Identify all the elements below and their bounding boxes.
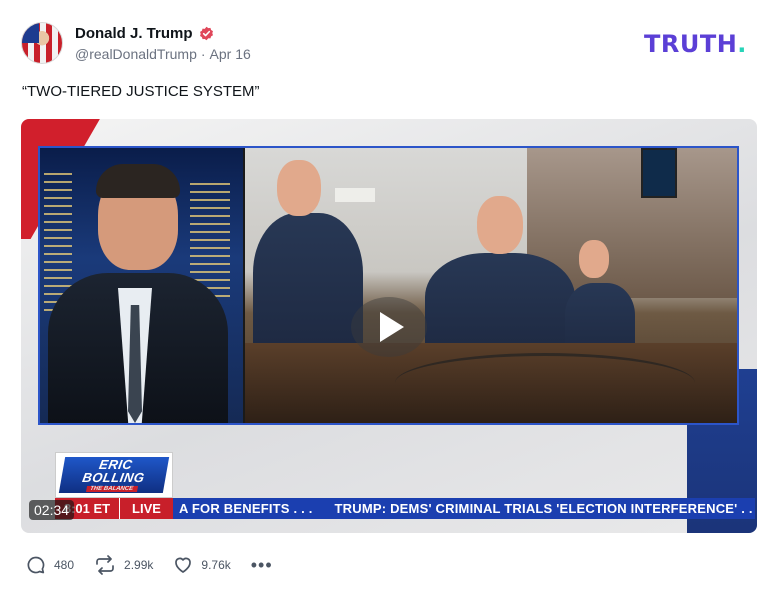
ticker-live-badge: LIVE	[119, 498, 173, 519]
truth-logo-dot: .	[737, 30, 747, 58]
person-defendant-face	[477, 196, 523, 254]
like-button[interactable]: 9.76k	[173, 555, 231, 575]
courtroom-panel	[245, 148, 737, 423]
author-handle[interactable]: @realDonaldTrump	[75, 46, 197, 62]
play-button[interactable]	[351, 297, 427, 357]
speech-bubble-icon	[26, 555, 46, 575]
author-name-row: Donald J. Trump	[75, 23, 214, 43]
show-logo-sub: THE BALANCE	[85, 486, 138, 492]
show-logo-line2: BOLLING	[81, 470, 146, 485]
author-meta: @realDonaldTrump · Apr 16	[75, 46, 251, 62]
retruth-button[interactable]: 2.99k	[94, 555, 153, 575]
truth-logo[interactable]: TRUTH.	[644, 30, 747, 58]
post-text: “TWO-TIERED JUSTICE SYSTEM”	[22, 83, 260, 100]
courtroom-lamp	[335, 188, 375, 202]
ticker-headlines: A FOR BENEFITS . . . TRUMP: DEMS' CRIMIN…	[173, 498, 755, 519]
person-lawyer-face	[277, 160, 321, 216]
person-attorney-face	[579, 240, 609, 278]
news-ticker: 8:01 ET LIVE A FOR BENEFITS . . . TRUMP:…	[55, 498, 755, 519]
reply-count: 480	[54, 558, 75, 572]
post-date[interactable]: Apr 16	[210, 46, 251, 62]
meta-separator: ·	[200, 46, 206, 62]
person-lawyer	[253, 213, 363, 363]
video-player[interactable]: ERIC BOLLING THE BALANCE 8:01 ET LIVE A …	[21, 119, 757, 533]
truth-post: Donald J. Trump @realDonaldTrump · Apr 1…	[0, 0, 778, 595]
retruth-count: 2.99k	[124, 558, 154, 572]
truth-logo-text: TRUTH	[644, 30, 738, 58]
host-hair	[96, 164, 180, 198]
show-logo-inner: ERIC BOLLING THE BALANCE	[58, 457, 170, 493]
repost-arrows-icon	[94, 555, 116, 575]
show-logo: ERIC BOLLING THE BALANCE	[55, 452, 173, 498]
author-display-name[interactable]: Donald J. Trump	[75, 25, 193, 42]
heart-icon	[173, 555, 193, 575]
courtroom-monitor	[641, 148, 677, 198]
post-actions: 480 2.99k 9.76k •••	[26, 555, 273, 575]
more-options-button[interactable]: •••	[251, 555, 273, 575]
video-frame	[38, 146, 739, 425]
host-panel	[40, 148, 243, 423]
avatar[interactable]	[21, 22, 63, 64]
ticker-segment: TRUMP: DEMS' CRIMINAL TRIALS 'ELECTION I…	[334, 501, 755, 516]
verified-badge-icon	[199, 26, 214, 41]
ticker-segment: A FOR BENEFITS . . .	[179, 501, 313, 516]
play-icon	[380, 312, 404, 342]
like-count: 9.76k	[201, 558, 231, 572]
courtroom-cables	[395, 353, 695, 413]
reply-button[interactable]: 480	[26, 555, 74, 575]
video-duration: 02:34	[29, 500, 75, 520]
